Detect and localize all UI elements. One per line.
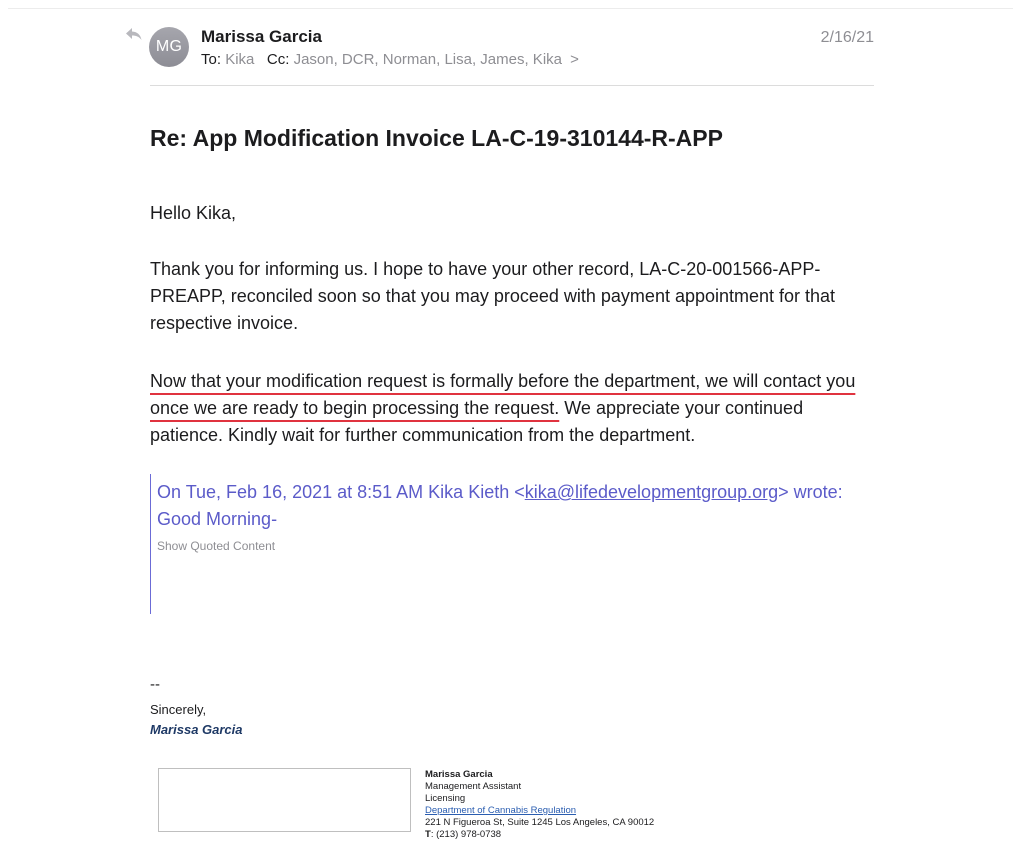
signature-closing: Sincerely, — [150, 702, 207, 717]
cc-value: Jason, DCR, Norman, Lisa, James, Kika — [293, 51, 562, 68]
card-title: Management Assistant — [425, 781, 522, 792]
signature-separator: -- — [150, 676, 160, 693]
quote-bar — [150, 474, 151, 614]
quote-email-link[interactable]: kika@lifedevelopmentgroup.org — [525, 482, 778, 502]
sender-name[interactable]: Marissa Garcia — [201, 27, 322, 47]
signature-card: Marissa Garcia Management Assistant Lice… — [425, 769, 654, 841]
signature-name: Marissa Garcia — [150, 722, 243, 737]
top-divider — [8, 8, 1013, 9]
greeting: Hello Kika, — [150, 203, 237, 223]
quote-intro-prefix: On Tue, Feb 16, 2021 at 8:51 AM Kika Kie… — [157, 482, 525, 502]
show-quoted-content-button[interactable]: Show Quoted Content — [157, 539, 275, 553]
body-paragraph-2: Now that your modification request is fo… — [150, 368, 875, 449]
signature-image-placeholder — [158, 768, 411, 832]
cc-label: Cc: — [266, 51, 290, 68]
quote-first-line: Good Morning- — [157, 509, 278, 529]
phone-number: : (213) 978-0738 — [430, 829, 502, 840]
card-address: 221 N Figueroa St, Suite 1245 Los Angele… — [425, 817, 655, 828]
card-phone: T: (213) 978-0738 — [425, 829, 654, 841]
to-label: To: — [201, 51, 222, 68]
reply-icon — [126, 27, 142, 41]
quote-intro-suffix: > wrote: — [778, 482, 843, 502]
department-link[interactable]: Department of Cannabis Regulation — [425, 805, 576, 816]
message-date: 2/16/21 — [820, 29, 874, 46]
to-value: Kika — [225, 51, 255, 68]
chevron-right-icon[interactable]: > — [570, 51, 579, 68]
card-division: Licensing — [425, 793, 466, 804]
body-paragraph-1: Thank you for informing us. I hope to ha… — [150, 259, 836, 333]
quote-intro: On Tue, Feb 16, 2021 at 8:51 AM Kika Kie… — [157, 479, 843, 506]
avatar[interactable]: MG — [149, 27, 189, 67]
email-subject: Re: App Modification Invoice LA-C-19-310… — [150, 125, 723, 151]
card-name: Marissa Garcia — [425, 769, 493, 780]
header-divider — [150, 85, 874, 86]
recipients-line[interactable]: To: Kika Cc: Jason, DCR, Norman, Lisa, J… — [201, 51, 579, 68]
quoted-message: On Tue, Feb 16, 2021 at 8:51 AM Kika Kie… — [157, 479, 843, 533]
